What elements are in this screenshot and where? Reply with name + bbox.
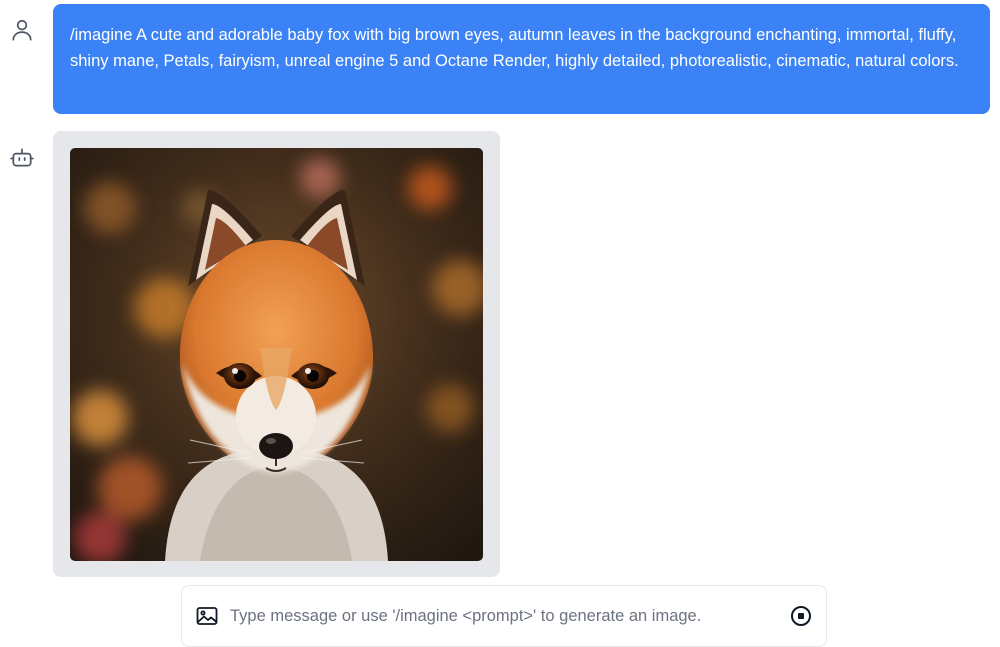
user-message-bubble: /imagine A cute and adorable baby fox wi… bbox=[53, 4, 990, 114]
image-icon[interactable] bbox=[195, 604, 219, 628]
robot-icon bbox=[9, 145, 35, 171]
bot-message-bubble bbox=[53, 131, 500, 577]
generated-image[interactable] bbox=[70, 148, 483, 561]
message-composer bbox=[181, 585, 827, 647]
message-input[interactable] bbox=[230, 601, 779, 631]
user-icon bbox=[9, 17, 35, 43]
user-message-text: /imagine A cute and adorable baby fox wi… bbox=[70, 26, 959, 70]
stop-circle-icon[interactable] bbox=[789, 604, 813, 628]
